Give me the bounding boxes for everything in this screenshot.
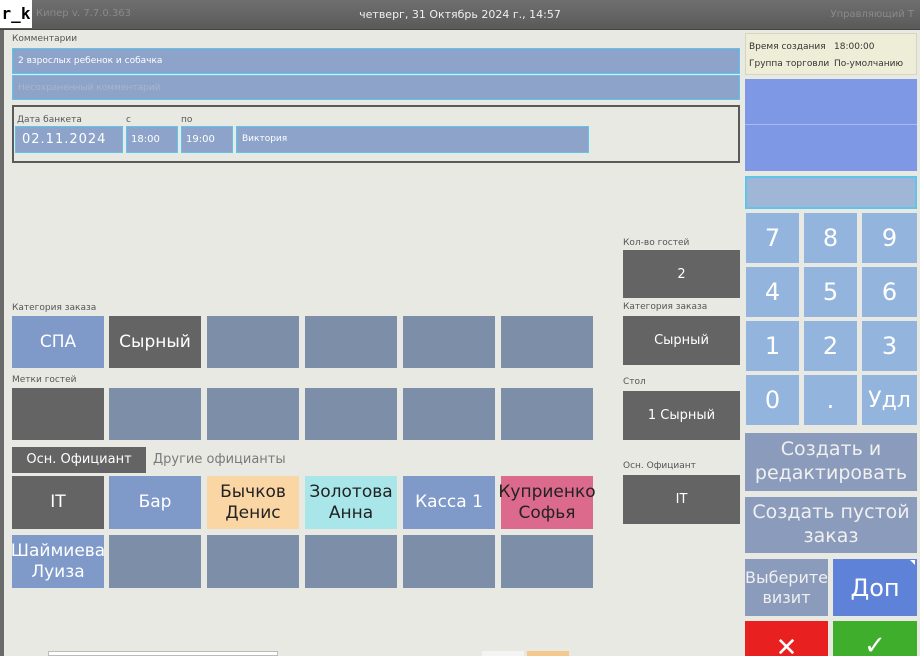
category-tile-spa[interactable]: СПА (12, 316, 104, 368)
key-dot[interactable]: . (804, 375, 857, 425)
summary-category-label: Категория заказа (623, 302, 708, 312)
key-4[interactable]: 4 (746, 267, 799, 317)
waiter-tile-empty[interactable] (109, 535, 201, 588)
key-delete[interactable]: Удл (862, 375, 917, 425)
ok-button[interactable]: ✓ (833, 621, 917, 656)
selection-panel[interactable] (745, 79, 917, 171)
waiter-tile-empty[interactable] (501, 535, 593, 588)
datetime-text: четверг, 31 Октябрь 2024 г., 14:57 (359, 8, 561, 21)
panel-divider (745, 124, 917, 125)
created-time-label: Время создания (749, 42, 826, 52)
key-5[interactable]: 5 (804, 267, 857, 317)
banquet-from-label: с (126, 115, 131, 125)
order-info-box: Время создания 18:00:00 Группа торговли … (745, 33, 917, 75)
tab-other-waiters[interactable]: Другие официанты (153, 452, 286, 467)
order-category-label: Категория заказа (12, 303, 97, 313)
waiter-tile-shaimieva[interactable]: Шаймиева Луиза (11, 535, 105, 588)
saved-comment-field[interactable]: 2 взрослых ребенок и собачка (12, 48, 740, 74)
waiter-tile-it[interactable]: IT (12, 476, 104, 529)
create-empty-order-button[interactable]: Создать пустой заказ (745, 497, 917, 553)
main-waiter-value[interactable]: IT (623, 475, 740, 524)
guests-count-label: Кол-во гостей (623, 238, 690, 248)
guest-tag-tile[interactable] (109, 388, 201, 440)
summary-category-value[interactable]: Сырный (623, 316, 740, 365)
trade-group-label: Группа торговли (749, 59, 830, 69)
category-tile-cheese[interactable]: Сырный (109, 316, 201, 368)
key-1[interactable]: 1 (746, 321, 799, 371)
guest-tags-label: Метки гостей (12, 375, 77, 385)
extra-button[interactable]: Доп (833, 559, 917, 616)
guest-tag-tile[interactable] (12, 388, 104, 440)
create-and-edit-button[interactable]: Создать и редактировать (745, 433, 917, 491)
banquet-from-input[interactable]: 18:00 (126, 126, 178, 153)
banquet-name-input[interactable]: Виктория (236, 126, 589, 153)
guest-tag-tile[interactable] (207, 388, 299, 440)
left-edge (0, 30, 4, 656)
guest-tag-tile[interactable] (501, 388, 593, 440)
created-time-value: 18:00:00 (834, 42, 875, 52)
banquet-date-label: Дата банкета (17, 115, 82, 125)
category-tile-empty[interactable] (305, 316, 397, 368)
bottom-input-strip (48, 651, 278, 656)
key-9[interactable]: 9 (862, 213, 917, 263)
extra-corner-icon (910, 560, 915, 565)
banquet-to-label: по (181, 115, 193, 125)
guest-tag-tile[interactable] (403, 388, 495, 440)
key-2[interactable]: 2 (804, 321, 857, 371)
bottom-strip-segment (482, 651, 524, 656)
waiter-tile-zolotova[interactable]: Золотова Анна (305, 476, 397, 529)
keypad-input[interactable] (745, 176, 917, 209)
unsaved-comment-field[interactable]: Несохраненный комментарий (12, 75, 740, 100)
waiter-tile-bar[interactable]: Бар (109, 476, 201, 529)
tab-main-waiter[interactable]: Осн. Официант (12, 447, 146, 473)
waiter-tile-kuprienko[interactable]: Куприенко Софья (498, 476, 596, 529)
waiter-tile-empty[interactable] (305, 535, 397, 588)
guest-tag-tile[interactable] (305, 388, 397, 440)
trade-group-value: По-умолчанию (834, 59, 904, 69)
table-value[interactable]: 1 Сырный (623, 391, 740, 440)
cancel-button[interactable]: ✕ (745, 621, 828, 656)
key-3[interactable]: 3 (862, 321, 917, 371)
waiter-tile-empty[interactable] (403, 535, 495, 588)
category-tile-empty[interactable] (501, 316, 593, 368)
category-tile-empty[interactable] (403, 316, 495, 368)
guests-count-value[interactable]: 2 (623, 250, 740, 298)
choose-visit-button[interactable]: Выберите визит (745, 559, 828, 616)
waiter-tile-kassa[interactable]: Касса 1 (403, 476, 495, 529)
user-role-text: Управляющий Т (830, 9, 914, 20)
banquet-date-input[interactable]: 02.11.2024 (15, 126, 123, 153)
waiter-tile-bychkov[interactable]: Бычков Денис (207, 476, 299, 529)
key-0[interactable]: 0 (746, 375, 799, 425)
main-waiter-label: Осн. Официант (623, 461, 696, 471)
waiter-tile-empty[interactable] (207, 535, 299, 588)
category-tile-empty[interactable] (207, 316, 299, 368)
key-6[interactable]: 6 (862, 267, 917, 317)
comments-label: Комментарии (12, 34, 78, 44)
bottom-strip-segment (527, 651, 569, 656)
table-label: Стол (623, 377, 646, 387)
banquet-to-input[interactable]: 19:00 (181, 126, 233, 153)
key-7[interactable]: 7 (746, 213, 799, 263)
key-8[interactable]: 8 (804, 213, 857, 263)
